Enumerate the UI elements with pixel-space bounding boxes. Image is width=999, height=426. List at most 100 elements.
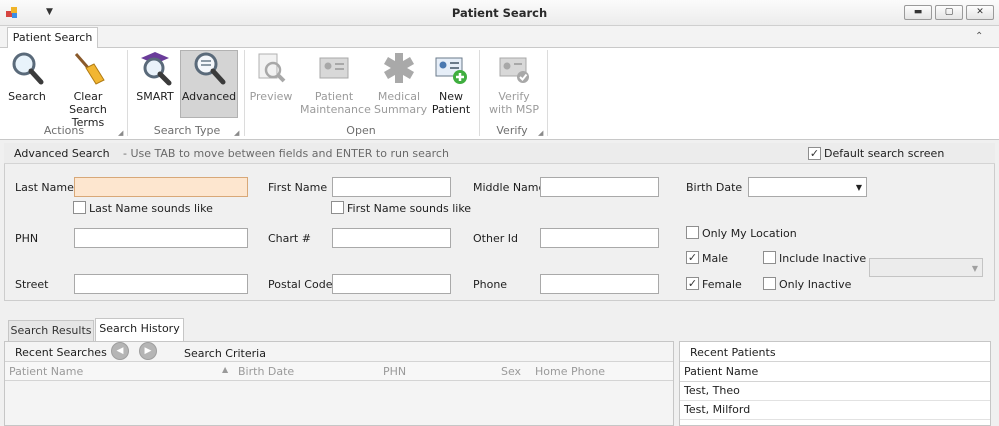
group-label-actions: Actions [43, 124, 85, 137]
app-icon[interactable] [5, 6, 19, 20]
new-patient-icon [435, 57, 467, 84]
verify-label-line2: with MSP [489, 103, 539, 116]
column-header-home-phone[interactable]: Home Phone [535, 365, 605, 378]
search-button[interactable]: Search [6, 50, 48, 103]
street-input[interactable] [74, 274, 248, 294]
advanced-search-hint: - Use TAB to move between fields and ENT… [123, 147, 449, 160]
last-name-label: Last Name [15, 181, 74, 194]
sort-ascending-icon: ▲ [222, 365, 229, 374]
tab-search-history[interactable]: Search History [95, 318, 184, 342]
group-separator [127, 50, 128, 136]
clear-label-line1: Clear Search [69, 90, 107, 116]
newpat-label-line1: New [439, 90, 463, 103]
preview-button[interactable]: Preview [248, 50, 294, 103]
group-separator [547, 50, 548, 136]
first-name-label: First Name [268, 181, 328, 194]
advanced-button[interactable]: Advanced [180, 50, 238, 103]
previous-arrow-icon[interactable]: ◀ [111, 342, 129, 360]
only-inactive-label: Only Inactive [779, 278, 852, 291]
postal-code-label: Postal Code [268, 278, 333, 291]
recent-searches-title: Recent Searches [15, 346, 107, 359]
group-launcher-icon[interactable]: ◢ [234, 129, 239, 137]
search-button-label: Search [8, 90, 46, 103]
column-header-birth-date[interactable]: Birth Date [238, 365, 294, 378]
preview-icon [258, 53, 286, 83]
verify-card-icon [499, 57, 529, 83]
tab-patient-search[interactable]: Patient Search [7, 27, 98, 49]
phn-input[interactable] [74, 228, 248, 248]
group-launcher-icon[interactable]: ◢ [118, 129, 123, 137]
broom-icon [74, 53, 105, 85]
include-inactive-checkbox[interactable] [763, 251, 776, 264]
first-name-input[interactable] [332, 177, 451, 197]
birth-date-label: Birth Date [686, 181, 743, 194]
quick-access-dropdown-icon[interactable]: ▼ [46, 7, 53, 17]
group-label-verify: Verify [496, 124, 528, 137]
magnifier-icon [12, 52, 44, 85]
recent-patients-title: Recent Patients [690, 346, 776, 359]
group-separator [479, 50, 480, 136]
verify-msp-button[interactable]: Verify with MSP [486, 50, 542, 116]
default-search-screen-label: Default search screen [824, 147, 945, 160]
column-header-patient-name[interactable]: Patient Name [9, 365, 83, 378]
include-inactive-label: Include Inactive [779, 252, 867, 265]
only-my-location-checkbox[interactable] [686, 226, 699, 239]
phone-label: Phone [473, 278, 508, 291]
preview-button-label: Preview [249, 90, 293, 103]
ribbon-collapse-icon[interactable]: ⌃ [975, 31, 983, 42]
advanced-button-label: Advanced [181, 90, 237, 103]
tab-search-results[interactable]: Search Results [8, 320, 94, 342]
only-inactive-checkbox[interactable] [763, 277, 776, 290]
last-name-sounds-like-label: Last Name sounds like [89, 202, 213, 215]
postal-code-input[interactable] [332, 274, 451, 294]
other-id-label: Other Id [473, 232, 518, 245]
middle-name-input[interactable] [540, 177, 659, 197]
street-label: Street [15, 278, 49, 291]
last-name-sounds-like-checkbox[interactable] [73, 201, 86, 214]
phone-input[interactable] [540, 274, 659, 294]
first-name-sounds-like-checkbox[interactable] [331, 201, 344, 214]
maintenance-label-line2: Maintenance [300, 103, 371, 116]
column-header-patient-name[interactable]: Patient Name [684, 365, 758, 378]
dropdown-arrow-icon: ▼ [971, 264, 978, 273]
ribbon-tab-strip [0, 26, 999, 48]
smart-button-label: SMART [136, 90, 174, 103]
next-arrow-icon[interactable]: ▶ [139, 342, 157, 360]
middle-name-label: Middle Name [473, 181, 546, 194]
birth-date-picker[interactable]: ▼ [748, 177, 867, 197]
last-name-input[interactable] [74, 177, 248, 197]
close-button[interactable]: ✕ [966, 5, 994, 20]
patient-card-icon [319, 57, 349, 79]
medsum-label-line2: Summary [374, 103, 428, 116]
other-id-input[interactable] [540, 228, 659, 248]
column-header-sex[interactable]: Sex [501, 365, 521, 378]
medical-star-icon [384, 53, 414, 83]
newpat-label-line2: Patient [431, 103, 471, 116]
title-bar: Patient Search [0, 0, 999, 26]
minimize-button[interactable]: ▬ [904, 5, 932, 20]
recent-patient-row[interactable]: Test, Milford [680, 401, 990, 420]
smart-button[interactable]: SMART [133, 50, 177, 103]
clear-search-terms-button[interactable]: Clear Search Terms [54, 50, 122, 129]
first-name-sounds-like-label: First Name sounds like [347, 202, 472, 215]
maximize-button[interactable]: ▢ [935, 5, 963, 20]
group-label-open: Open [346, 124, 376, 137]
smart-search-icon [141, 52, 172, 86]
recent-patient-row[interactable]: Test, Theo [680, 382, 990, 401]
new-patient-button[interactable]: New Patient [430, 50, 472, 116]
group-separator [244, 50, 245, 136]
advanced-search-title: Advanced Search [14, 147, 110, 160]
only-my-location-label: Only My Location [702, 227, 797, 240]
dropdown-arrow-icon: ▼ [855, 183, 862, 192]
chart-number-input[interactable] [332, 228, 451, 248]
phn-label: PHN [15, 232, 39, 245]
male-checkbox[interactable]: ✓ [686, 251, 699, 264]
female-checkbox[interactable]: ✓ [686, 277, 699, 290]
default-search-screen-checkbox[interactable]: ✓ [808, 147, 821, 160]
medical-summary-button[interactable]: Medical Summary [374, 50, 428, 116]
female-label: Female [702, 278, 742, 291]
column-header-phn[interactable]: PHN [383, 365, 406, 378]
patient-maintenance-button[interactable]: Patient Maintenance [300, 50, 371, 116]
group-launcher-icon[interactable]: ◢ [538, 129, 543, 137]
inactive-filter-dropdown[interactable]: ▼ [869, 258, 983, 277]
